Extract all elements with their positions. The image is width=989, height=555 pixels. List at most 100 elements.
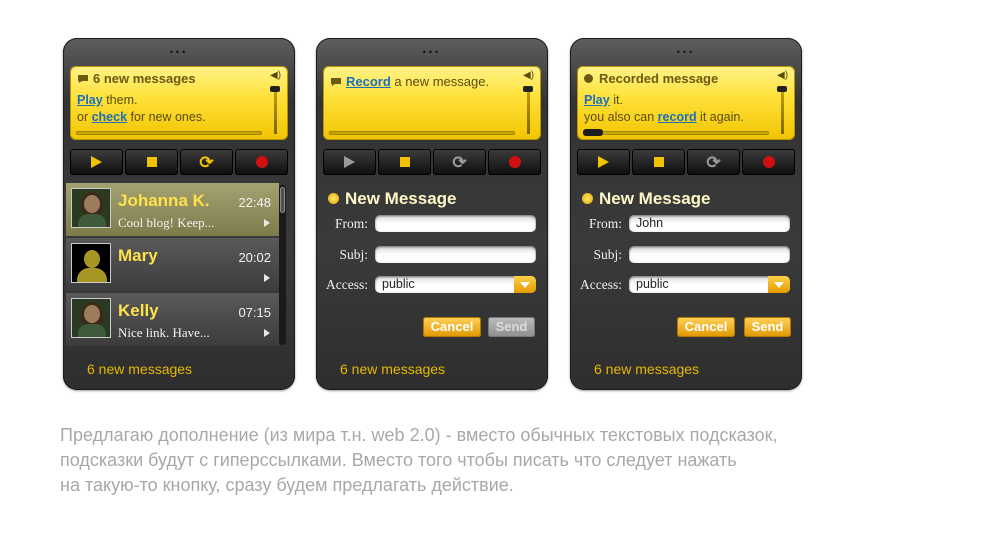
screen-title: 6 new messages [77,71,196,86]
avatar [71,298,111,338]
message-preview: Cool blog! Keep... [118,215,215,230]
avatar [71,243,111,283]
access-label: Access: [580,277,622,292]
play-icon [91,156,102,168]
cancel-button[interactable]: Cancel [423,317,481,337]
message-preview: Nice link. Have... [118,325,210,340]
stop-button[interactable] [632,149,685,175]
repeat-icon: ⟳ [199,152,214,172]
stop-icon [146,157,157,167]
caption-line: подсказки будут с гиперссылками. Вместо … [60,450,737,470]
play-link[interactable]: Play [584,93,610,107]
play-button[interactable] [70,149,123,175]
from-field[interactable]: John [629,215,790,232]
record-button[interactable] [488,149,541,175]
open-arrow-icon[interactable] [264,274,270,282]
repeat-button[interactable]: ⟳ [433,149,486,175]
check-link[interactable]: check [92,110,127,124]
footer-status[interactable]: 6 new messages [340,361,445,377]
hint-line-1: Record a new message. [330,74,489,89]
subj-label: Subj: [339,247,368,262]
status-dot-icon [582,193,593,204]
record-button[interactable] [742,149,795,175]
from-field[interactable] [375,215,536,232]
volume-knob[interactable] [523,86,533,92]
volume-slider[interactable] [523,86,533,134]
volume-knob[interactable] [270,86,280,92]
record-icon [508,156,521,168]
repeat-button[interactable]: ⟳ [687,149,740,175]
access-select[interactable]: public [375,276,536,293]
phone-inbox: ••• 6 new messages Play them. or check f… [63,38,295,390]
playback-progress[interactable] [583,129,769,136]
message-time: 20:02 [238,250,271,265]
volume-slider[interactable] [777,86,787,134]
hint-line-1: Play them. [77,93,138,107]
access-select[interactable]: public [629,276,790,293]
open-arrow-icon[interactable] [264,219,270,227]
record-link[interactable]: record [658,110,697,124]
description-text: Предлагаю дополнение (из мира т.н. web 2… [60,423,940,498]
volume-knob[interactable] [777,86,787,92]
speaker-icon: ◀) [777,70,789,81]
form-title: New Message [328,189,457,209]
phone-compose: ••• Record a new message. ◀) ⟳ New Messa… [316,38,548,390]
play-icon [598,156,609,168]
caption-line: Предлагаю дополнение (из мира т.н. web 2… [60,425,778,445]
chevron-down-icon[interactable] [768,276,790,293]
grip-dots: ••• [169,47,189,57]
play-link[interactable]: Play [77,93,103,107]
play-icon [344,156,355,168]
speech-bubble-icon [78,75,88,83]
speech-bubble-icon [331,78,341,86]
speaker-icon: ◀) [270,70,282,81]
message-time: 07:15 [238,305,271,320]
footer-status[interactable]: 6 new messages [87,361,192,377]
sender-name: Johanna K. [118,191,210,210]
player-controls: ⟳ [323,149,541,175]
send-button[interactable]: Send [488,317,535,337]
footer-status[interactable]: 6 new messages [594,361,699,377]
record-icon [255,156,268,168]
open-arrow-icon[interactable] [264,329,270,337]
list-item[interactable]: Mary 20:02 [66,238,279,291]
record-button[interactable] [235,149,288,175]
list-item[interactable]: Kelly 07:15 Nice link. Have... [66,293,279,346]
playback-knob[interactable] [583,129,603,136]
play-button[interactable] [577,149,630,175]
stop-icon [399,157,410,167]
screen-title: Recorded message [584,71,718,86]
play-button[interactable] [323,149,376,175]
list-scrollbar[interactable] [279,185,286,345]
repeat-button[interactable]: ⟳ [180,149,233,175]
repeat-icon: ⟳ [452,152,467,172]
message-time: 22:48 [238,195,271,210]
hint-line-1: Play it. [584,93,623,107]
cancel-button[interactable]: Cancel [677,317,735,337]
form-title: New Message [582,189,711,209]
record-link[interactable]: Record [346,74,391,89]
volume-slider[interactable] [270,86,280,134]
progress-bar [329,131,515,135]
scroll-thumb[interactable] [280,187,285,213]
access-label: Access: [326,277,368,292]
grip-dots: ••• [676,47,696,57]
chevron-down-icon[interactable] [514,276,536,293]
stop-button[interactable] [125,149,178,175]
subject-field[interactable] [375,246,536,263]
from-label: From: [334,216,368,231]
send-button[interactable]: Send [744,317,791,337]
subject-field[interactable] [629,246,790,263]
record-icon [762,156,775,168]
sender-name: Kelly [118,301,159,320]
repeat-icon: ⟳ [706,152,721,172]
info-screen: Record a new message. ◀) [323,66,541,140]
from-label: From: [588,216,622,231]
hint-line-2: you also can record it again. [584,110,744,124]
grip-dots: ••• [422,47,442,57]
list-item[interactable]: Johanna K. 22:48 Cool blog! Keep... [66,183,279,236]
speaker-icon: ◀) [523,70,535,81]
hint-line-2: or check for new ones. [77,110,206,124]
stop-button[interactable] [378,149,431,175]
info-screen: 6 new messages Play them. or check for n… [70,66,288,140]
